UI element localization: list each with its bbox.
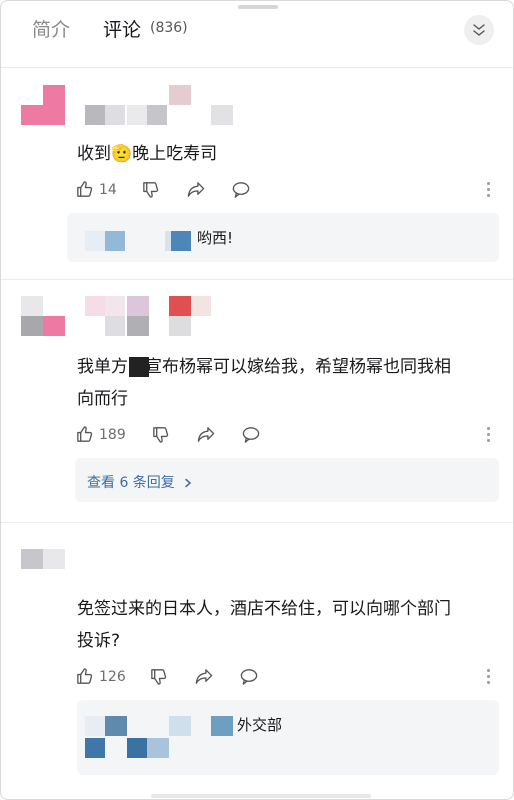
scroll-indicator	[151, 794, 371, 798]
thumbs-up-icon	[77, 668, 93, 684]
divider	[1, 279, 513, 280]
tab-intro[interactable]: 简介	[32, 15, 70, 42]
header-divider	[1, 67, 513, 68]
comment-text-line-2: 投诉?	[77, 631, 121, 651]
more-options-icon[interactable]	[487, 182, 491, 200]
comment-bubble-icon	[240, 669, 258, 685]
thumbs-down-icon	[151, 669, 167, 685]
close-button[interactable]	[464, 15, 494, 45]
more-options-icon[interactable]	[487, 669, 491, 687]
tab-comments[interactable]: 评论	[103, 15, 141, 42]
more-options-icon[interactable]	[487, 427, 491, 445]
view-replies-label: 查看 6 条回复	[87, 475, 175, 491]
dislike-button[interactable]	[149, 667, 168, 686]
divider	[1, 522, 513, 523]
like-count: 14	[99, 181, 117, 198]
dislike-button[interactable]	[141, 180, 160, 199]
reply-button[interactable]	[241, 425, 261, 444]
reply-text: 外交部	[237, 716, 283, 734]
like-button[interactable]: 126	[75, 667, 126, 686]
chevron-right-icon	[185, 478, 192, 488]
reply-button[interactable]	[239, 667, 259, 686]
share-button[interactable]	[186, 180, 206, 199]
thumbs-down-icon	[153, 427, 169, 443]
share-button[interactable]	[196, 425, 216, 444]
like-count: 189	[99, 426, 126, 443]
comment-text: 收到🫡晚上吃寿司	[77, 144, 218, 164]
redaction-mark	[129, 357, 149, 377]
reply-preview[interactable]: 哟西!	[67, 213, 499, 262]
reply-button[interactable]	[231, 180, 251, 199]
reply-text: 哟西!	[197, 229, 234, 247]
dislike-button[interactable]	[151, 425, 170, 444]
thumbs-up-icon	[77, 181, 93, 197]
thumbs-up-icon	[77, 426, 93, 442]
comment-text-line-2: 向而行	[77, 389, 128, 409]
view-replies-link[interactable]: 查看 6 条回复	[87, 472, 193, 492]
comment-bubble-icon	[232, 182, 250, 198]
comment-count: (836)	[150, 20, 188, 36]
panel-header: 简介 评论 (836)	[1, 1, 513, 59]
like-button[interactable]: 14	[75, 180, 117, 199]
comment-text-line-1: 免签过来的日本人，酒店不给住，可以向哪个部门	[77, 599, 451, 619]
share-icon	[197, 427, 215, 442]
view-replies-box[interactable]: 查看 6 条回复	[75, 458, 499, 502]
reply-preview[interactable]: 外交部	[77, 700, 499, 775]
thumbs-down-icon	[143, 182, 159, 198]
share-button[interactable]	[194, 667, 214, 686]
comment-bubble-icon	[242, 427, 260, 443]
like-button[interactable]: 189	[75, 425, 126, 444]
like-count: 126	[99, 668, 126, 685]
share-icon	[187, 182, 205, 197]
comments-panel: 简介 评论 (836) 收到🫡晚上吃寿司 14 哟西! 我单方面宣布杨幂可以嫁给…	[0, 0, 514, 800]
share-icon	[195, 669, 213, 684]
chevron-down-icon	[473, 24, 485, 36]
